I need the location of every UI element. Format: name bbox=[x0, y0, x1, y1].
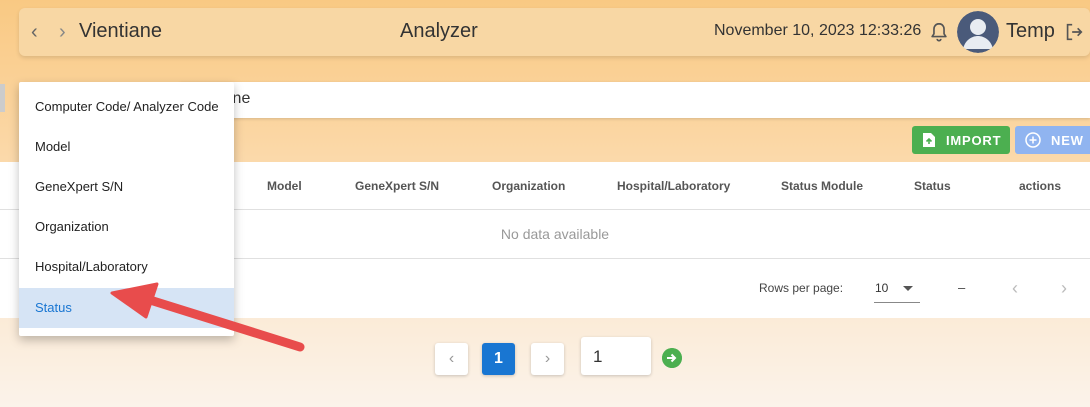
rows-per-page-label: Rows per page: bbox=[759, 281, 844, 295]
chevron-right-icon: › bbox=[544, 350, 551, 367]
menu-item-organization[interactable]: Organization bbox=[19, 207, 234, 247]
column-header-status-module[interactable]: Status Module bbox=[781, 179, 863, 193]
search-field[interactable]: ine bbox=[180, 82, 1090, 118]
column-filter-menu: Computer Code/ Analyzer Code Model GeneX… bbox=[19, 82, 234, 336]
file-upload-icon bbox=[923, 133, 935, 147]
chevron-left-icon: ‹ bbox=[448, 350, 455, 367]
column-header-organization[interactable]: Organization bbox=[492, 179, 565, 193]
plus-circle-icon bbox=[1025, 132, 1041, 148]
next-page-icon[interactable]: › bbox=[1061, 278, 1067, 299]
current-datetime: November 10, 2023 12:33:26 bbox=[714, 22, 922, 39]
goto-page-input[interactable]: 1 bbox=[581, 337, 651, 375]
current-page-number: 1 bbox=[494, 350, 503, 367]
pagination-next-button[interactable]: › bbox=[531, 343, 564, 375]
top-app-bar: ‹ › Vientiane Analyzer November 10, 2023… bbox=[19, 8, 1090, 56]
location-name: Vientiane bbox=[79, 20, 163, 42]
column-header-actions: actions bbox=[1019, 179, 1062, 193]
pagination-page-button[interactable]: 1 bbox=[482, 343, 515, 375]
caret-down-icon bbox=[903, 286, 913, 291]
page-title: Analyzer bbox=[400, 20, 478, 42]
column-header-genexpert-sn[interactable]: GeneXpert S/N bbox=[355, 179, 439, 193]
menu-item-status[interactable]: Status bbox=[19, 288, 234, 328]
forward-icon[interactable]: › bbox=[59, 22, 66, 42]
page-range-text: – bbox=[958, 280, 966, 295]
import-label: IMPORT bbox=[946, 132, 1002, 148]
new-button[interactable]: NEW bbox=[1015, 126, 1090, 154]
menu-item-model[interactable]: Model bbox=[19, 127, 234, 167]
rows-per-page-select[interactable]: 10 bbox=[874, 277, 920, 303]
menu-item-computer-code[interactable]: Computer Code/ Analyzer Code bbox=[19, 87, 234, 127]
user-name[interactable]: Temp bbox=[1006, 20, 1055, 43]
column-header-hospital-laboratory[interactable]: Hospital/Laboratory bbox=[617, 179, 730, 193]
goto-arrow-icon[interactable] bbox=[662, 348, 682, 368]
pagination-prev-button[interactable]: ‹ bbox=[435, 343, 468, 375]
goto-page-value: 1 bbox=[593, 347, 603, 366]
back-icon[interactable]: ‹ bbox=[31, 22, 38, 42]
avatar[interactable] bbox=[957, 11, 999, 53]
column-header-status[interactable]: Status bbox=[914, 179, 951, 193]
rows-per-page-value: 10 bbox=[875, 281, 889, 295]
menu-item-genexpert-sn[interactable]: GeneXpert S/N bbox=[19, 167, 234, 207]
menu-item-hospital-laboratory[interactable]: Hospital/Laboratory bbox=[19, 247, 234, 287]
window-edge bbox=[0, 84, 5, 112]
new-label: NEW bbox=[1051, 132, 1084, 148]
column-header-model[interactable]: Model bbox=[267, 179, 302, 193]
previous-page-icon[interactable]: ‹ bbox=[1012, 278, 1018, 299]
import-button[interactable]: IMPORT bbox=[912, 126, 1010, 154]
bell-icon[interactable] bbox=[928, 21, 950, 43]
logout-icon[interactable] bbox=[1063, 21, 1085, 43]
